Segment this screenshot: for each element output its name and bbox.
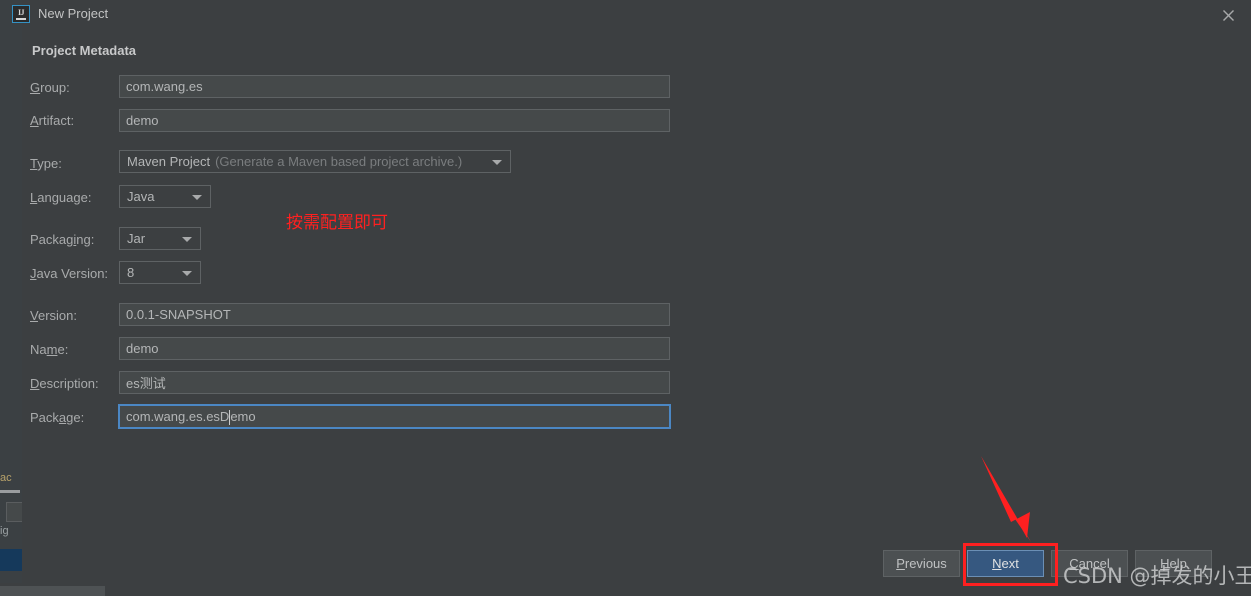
- group-label: Group:: [30, 80, 70, 95]
- csdn-watermark: CSDN @掉发的小王: [1063, 564, 1251, 588]
- background-ide-text-mid: ig: [0, 525, 9, 537]
- chevron-down-icon: [192, 194, 202, 200]
- page-title: Project Metadata: [32, 43, 137, 58]
- close-icon[interactable]: [1217, 4, 1239, 26]
- java-version-label: Java Version:: [30, 266, 109, 281]
- dialog-titlebar: IJ New Project: [12, 0, 1251, 28]
- logo-underbar: [16, 18, 26, 20]
- group-input-value: com.wang.es: [126, 79, 203, 94]
- group-input[interactable]: com.wang.es: [119, 75, 670, 98]
- type-dropdown-value: Maven Project: [127, 154, 211, 169]
- type-dropdown-hint: (Generate a Maven based project archive.…: [215, 154, 463, 169]
- artifact-input-value: demo: [126, 113, 159, 128]
- ide-bottom-strip-light: [0, 586, 105, 596]
- name-input[interactable]: demo: [119, 337, 670, 360]
- version-input[interactable]: 0.0.1-SNAPSHOT: [119, 303, 670, 326]
- background-ide-divider: [0, 490, 20, 493]
- packaging-dropdown[interactable]: Jar: [119, 227, 201, 250]
- version-input-value: 0.0.1-SNAPSHOT: [126, 307, 231, 322]
- annotation-chinese-note: 按需配置即可: [286, 213, 388, 233]
- logo-letters: IJ: [17, 8, 25, 17]
- artifact-label: Artifact:: [30, 113, 75, 128]
- next-button[interactable]: Next: [967, 550, 1044, 577]
- language-label: Language:: [30, 190, 92, 205]
- type-label: Type:: [30, 156, 62, 171]
- background-ide-selected-row: [0, 549, 22, 571]
- text-caret: [229, 410, 231, 425]
- intellij-idea-logo-icon: IJ: [12, 5, 30, 23]
- java-version-dropdown-value: 8: [127, 265, 135, 280]
- package-input-value-before-caret: com.wang.es.esD: [126, 409, 230, 424]
- background-ide-text-top: ac: [0, 472, 12, 484]
- dialog-title: New Project: [38, 6, 109, 21]
- packaging-label: Packaging:: [30, 232, 95, 247]
- packaging-dropdown-value: Jar: [127, 231, 146, 246]
- description-input-value: es测试: [126, 376, 166, 391]
- package-input-value-after-caret: emo: [230, 409, 256, 424]
- language-dropdown-value: Java: [127, 189, 155, 204]
- description-input[interactable]: es测试: [119, 371, 670, 394]
- artifact-input[interactable]: demo: [119, 109, 670, 132]
- description-label: Description:: [30, 376, 99, 391]
- new-project-dialog: IJ New Project Project Metadata Group: c…: [12, 0, 1251, 583]
- version-label: Version:: [30, 308, 77, 323]
- java-version-dropdown[interactable]: 8: [119, 261, 201, 284]
- chevron-down-icon: [492, 159, 502, 165]
- name-input-value: demo: [126, 341, 159, 356]
- previous-button[interactable]: Previous: [883, 550, 960, 577]
- package-input[interactable]: com.wang.es.esD emo: [118, 404, 671, 429]
- chevron-down-icon: [182, 270, 192, 276]
- chevron-down-icon: [182, 236, 192, 242]
- type-dropdown[interactable]: Maven Project (Generate a Maven based pr…: [119, 150, 511, 173]
- package-label: Package:: [30, 410, 85, 425]
- language-dropdown[interactable]: Java: [119, 185, 211, 208]
- name-label: Name:: [30, 342, 69, 357]
